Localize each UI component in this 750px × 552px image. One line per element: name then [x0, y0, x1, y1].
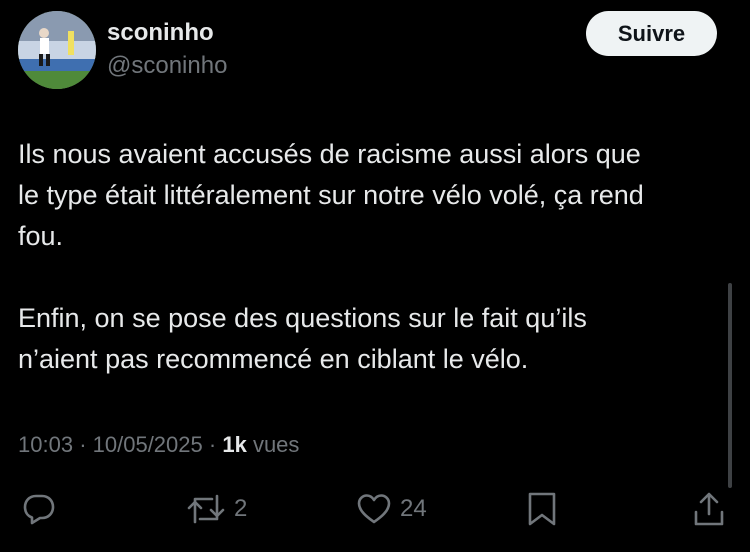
tweet-time[interactable]: 10:03: [18, 432, 73, 457]
tweet-text: Ils nous avaient accusés de racisme auss…: [18, 134, 733, 380]
avatar-image: [18, 11, 96, 89]
scrollbar[interactable]: [728, 283, 732, 488]
meta-separator: ·: [79, 432, 87, 457]
tweet-paragraph: Enfin, on se pose des questions sur le f…: [18, 303, 587, 374]
retweet-icon: [187, 494, 225, 524]
tweet-meta: 10:03 · 10/05/2025 · 1k vues: [18, 430, 299, 460]
views-count: 1k: [222, 432, 247, 457]
views-label: vues: [252, 432, 300, 457]
action-bar: 2 24: [0, 484, 750, 534]
avatar[interactable]: [18, 11, 96, 89]
tweet-paragraph: Ils nous avaient accusés de racisme auss…: [18, 139, 644, 251]
heart-icon: [357, 494, 391, 524]
author-name[interactable]: sconinho: [107, 18, 214, 48]
reply-icon: [23, 494, 55, 525]
reply-button[interactable]: [22, 484, 56, 534]
follow-button[interactable]: Suivre: [586, 11, 717, 56]
meta-separator: ·: [208, 432, 217, 457]
bookmark-icon: [528, 492, 556, 526]
tweet-date[interactable]: 10/05/2025: [93, 432, 203, 457]
retweet-button[interactable]: 2: [186, 484, 247, 534]
retweet-count: 2: [234, 495, 248, 522]
bookmark-button[interactable]: [526, 484, 558, 534]
like-button[interactable]: 24: [356, 484, 427, 534]
share-button[interactable]: [692, 484, 726, 534]
share-icon: [694, 492, 724, 526]
author-handle[interactable]: @sconinho: [107, 51, 227, 81]
like-count: 24: [400, 495, 427, 522]
